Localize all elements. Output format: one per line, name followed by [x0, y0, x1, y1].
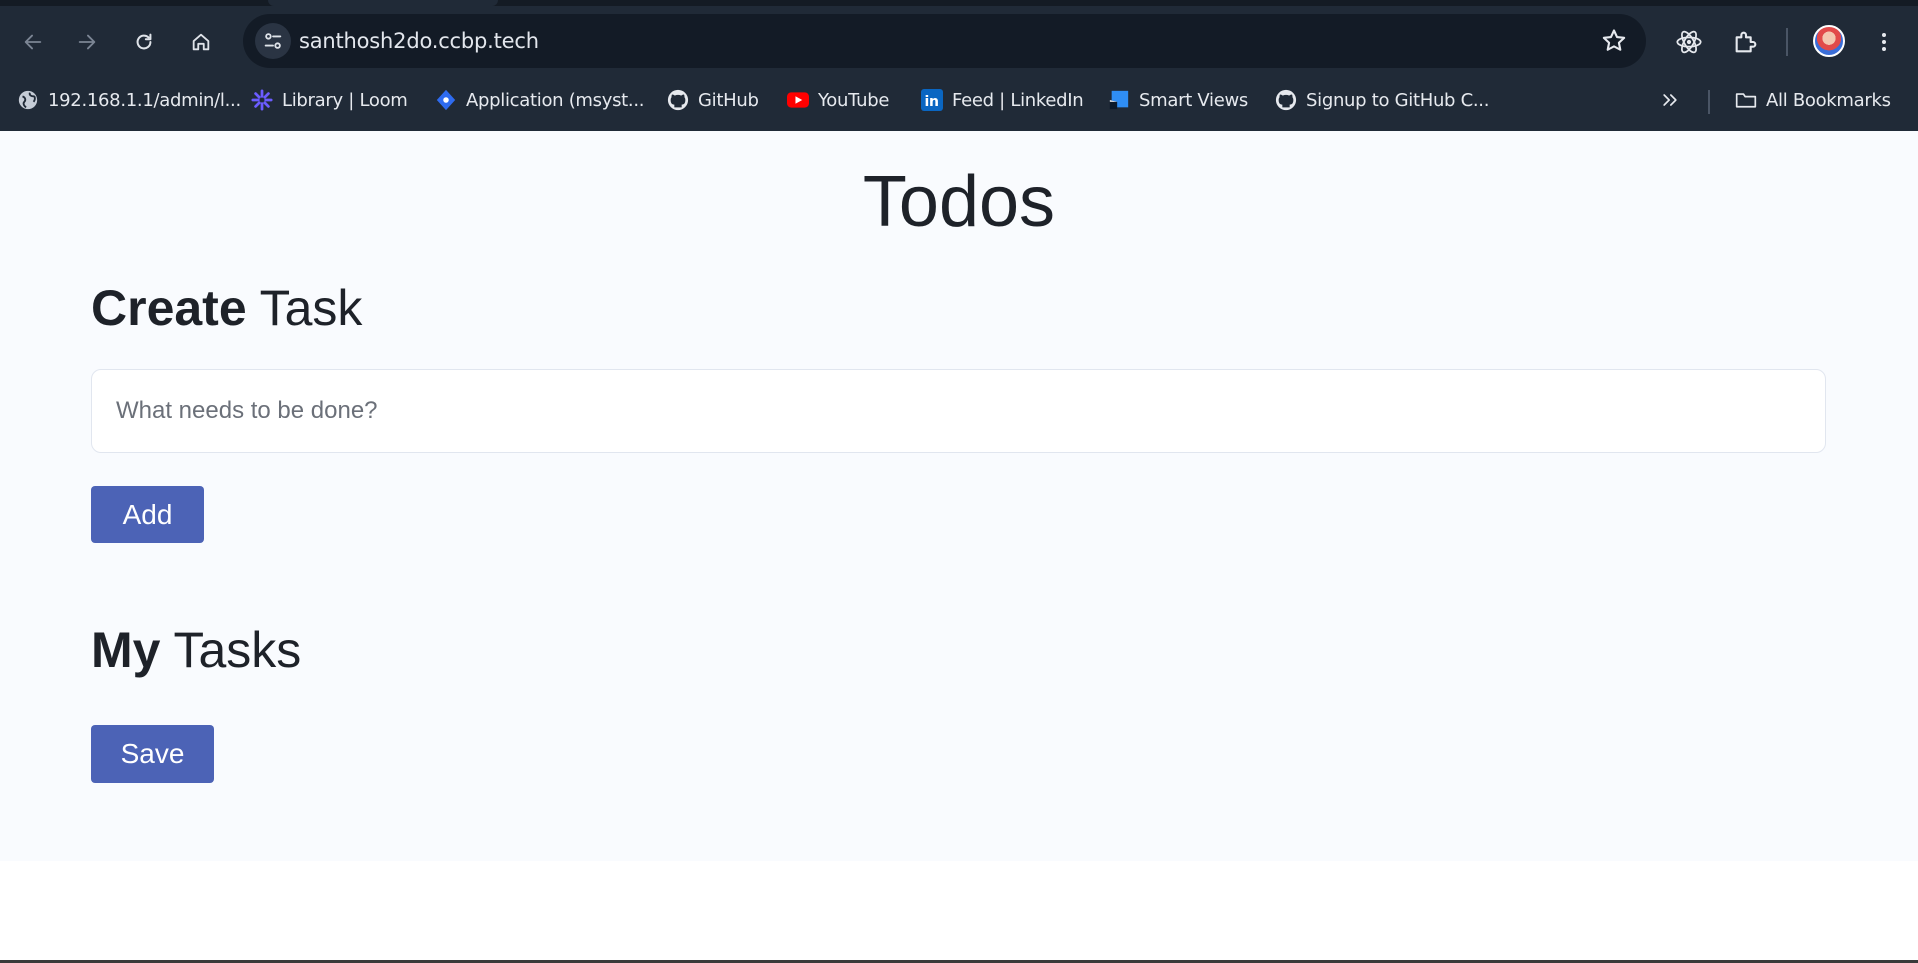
my-heading-rest: Tasks — [160, 622, 302, 678]
bookmark-application[interactable]: Application (msyst... — [435, 84, 644, 116]
bookmark-label: GitHub — [698, 89, 759, 111]
profile-avatar[interactable] — [1813, 25, 1845, 57]
forward-button[interactable] — [69, 24, 105, 60]
bookmark-label: YouTube — [818, 89, 890, 111]
browser-toolbar: santhosh2do.ccbp.tech 192.168.1.1/admin/… — [0, 0, 1918, 131]
home-icon — [192, 33, 210, 51]
bookmark-loom[interactable]: Library | Loom — [251, 84, 408, 116]
bookmark-github[interactable]: GitHub — [667, 84, 759, 116]
folder-icon — [1735, 89, 1757, 111]
bookmark-label: Application (msyst... — [466, 89, 645, 111]
bookmark-youtube[interactable]: YouTube — [787, 84, 889, 116]
create-task-heading: Create Task — [91, 279, 362, 337]
all-bookmarks-label: All Bookmarks — [1766, 89, 1891, 111]
svg-text:in: in — [925, 94, 939, 110]
bookmark-linkedin[interactable]: in Feed | LinkedIn — [921, 84, 1084, 116]
more-vertical-icon — [1882, 33, 1886, 51]
todos-app: Todos Create Task Add My Tasks Save — [0, 131, 1918, 861]
bookmark-label: 192.168.1.1/admin/l... — [48, 89, 241, 111]
bookmark-label: Feed | LinkedIn — [952, 89, 1084, 111]
azure-devops-icon — [435, 89, 457, 111]
puzzle-icon — [1735, 31, 1757, 53]
home-button[interactable] — [183, 24, 219, 60]
create-heading-bold: Create — [91, 280, 247, 336]
loom-icon — [251, 89, 273, 111]
bookmark-router-admin[interactable]: 192.168.1.1/admin/l... — [17, 84, 241, 116]
more-bookmarks-button[interactable] — [1660, 84, 1680, 116]
youtube-icon — [787, 89, 809, 111]
smart-views-icon — [1108, 89, 1130, 111]
react-icon — [1676, 30, 1702, 54]
my-heading-bold: My — [91, 622, 161, 678]
reload-button[interactable] — [126, 24, 162, 60]
save-button[interactable]: Save — [91, 725, 214, 783]
add-button[interactable]: Add — [91, 486, 204, 543]
reload-icon — [136, 33, 152, 50]
url-text[interactable]: santhosh2do.ccbp.tech — [299, 29, 539, 53]
page-title: Todos — [862, 162, 1056, 242]
create-heading-rest: Task — [246, 280, 363, 336]
react-devtools-button[interactable] — [1669, 22, 1709, 62]
toolbar-divider — [1786, 28, 1788, 56]
arrow-right-icon — [78, 34, 96, 50]
tune-icon — [264, 33, 282, 49]
extensions-button[interactable] — [1726, 22, 1766, 62]
arrow-left-icon — [24, 34, 42, 50]
todo-input[interactable] — [91, 369, 1826, 453]
bookmark-smart-views[interactable]: Smart Views — [1108, 84, 1248, 116]
bookmark-signup-github[interactable]: Signup to GitHub C... — [1275, 84, 1489, 116]
active-tab[interactable] — [268, 0, 498, 6]
double-chevron-right-icon — [1663, 94, 1677, 106]
bookmarks-bar: 192.168.1.1/admin/l... Library | Loom Ap… — [0, 80, 1918, 120]
globe-icon — [17, 89, 39, 111]
github-icon — [1275, 89, 1297, 111]
bookmark-label: Signup to GitHub C... — [1306, 89, 1490, 111]
address-bar[interactable]: santhosh2do.ccbp.tech — [243, 14, 1646, 68]
bookmark-label: Library | Loom — [282, 89, 408, 111]
bookmark-label: Smart Views — [1139, 89, 1248, 111]
browser-menu-button[interactable] — [1864, 22, 1904, 62]
all-bookmarks-button[interactable]: All Bookmarks — [1735, 84, 1891, 116]
bookmarks-divider — [1708, 90, 1710, 114]
bookmark-star-icon[interactable] — [1600, 27, 1628, 55]
my-tasks-heading: My Tasks — [91, 621, 301, 679]
github-icon — [667, 89, 689, 111]
site-info-button[interactable] — [255, 23, 291, 59]
linkedin-icon: in — [921, 89, 943, 111]
back-button[interactable] — [15, 24, 51, 60]
